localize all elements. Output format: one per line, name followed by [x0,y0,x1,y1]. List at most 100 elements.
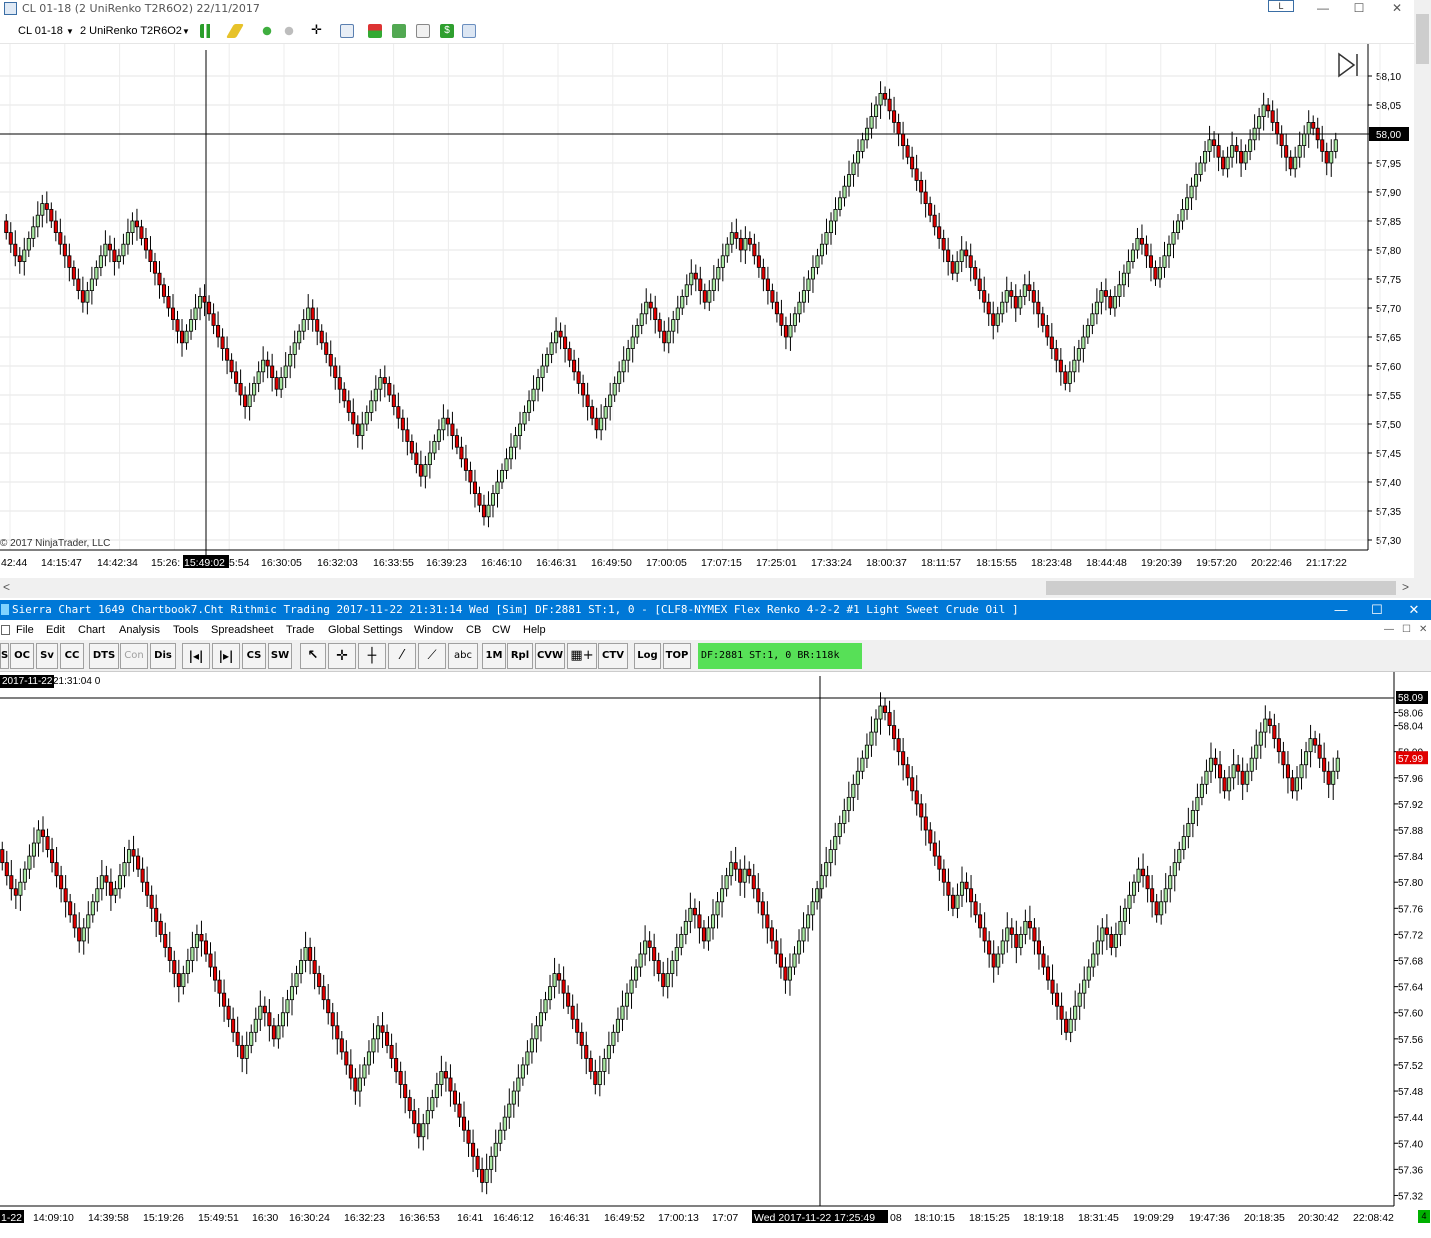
templates-icon[interactable] [416,24,430,38]
data-box-icon[interactable] [392,24,406,38]
sc-last-price-label: 57.99 [1398,754,1423,765]
candle-up [1304,751,1309,766]
mdi-close-icon[interactable]: ✕ [1419,624,1427,635]
candle-up [1243,151,1248,164]
nt-scroll-thumb[interactable] [1046,581,1396,595]
toolbar-button-sv[interactable]: Sv [36,643,58,669]
text-tool-button[interactable]: abc [448,643,478,669]
candle-up [122,862,127,877]
candle-down [217,979,222,994]
scroll-right-icon[interactable]: > [1402,580,1409,594]
sc-price-chart[interactable]: 58.0658.0458.0057.9657.9257.8857.8457.80… [0,672,1431,1238]
mdi-restore-icon[interactable]: ☐ [1402,624,1411,635]
scroll-left-icon[interactable]: < [3,580,10,594]
candle-down [319,330,324,344]
toolbar-button-dis[interactable]: Dis [150,643,176,669]
add-indicator-icon[interactable] [260,24,274,38]
pencil-icon[interactable] [225,24,245,38]
candle-up [860,139,865,152]
strategy-icon[interactable] [282,24,296,38]
candle-down [747,237,752,245]
menu-help[interactable]: Help [523,624,546,636]
grid-tool-icon[interactable]: ▦+ [567,643,597,669]
nt-minimize-button[interactable]: — [1308,0,1338,16]
candle-down [335,1025,340,1040]
sc-time-axis-label: 18:15:25 [969,1212,1010,1224]
sc-minimize-button[interactable]: — [1327,601,1355,619]
candle-down [1040,313,1045,326]
time-axis-label: 5:54 [229,557,250,569]
scroll-lock-right-icon[interactable]: |▸| [212,643,240,669]
menu-window[interactable]: Window [414,624,453,636]
crosshair-icon[interactable]: ✛ [311,22,322,38]
menu-spreadsheet[interactable]: Spreadsheet [211,624,273,636]
toolbar-button-top[interactable]: TOP [663,643,691,669]
candle-up [634,966,639,981]
toolbar-button-con[interactable]: Con [120,643,148,669]
chart-window-icon [4,2,17,15]
mdi-minimize-icon[interactable]: — [1384,624,1394,635]
chart-style-icon[interactable] [200,24,214,38]
menu-edit[interactable]: Edit [46,624,65,636]
menu-trade[interactable]: Trade [286,624,314,636]
properties-icon[interactable] [462,24,476,38]
bars-type-selector[interactable]: 2 UniRenko T2R6O2 [80,25,182,37]
toolbar-button-sw[interactable]: SW [268,643,292,669]
nt-horizontal-scrollbar[interactable]: < > [0,578,1414,598]
vertical-scrollbar[interactable] [1414,0,1431,598]
candle-up [1227,777,1232,792]
candle-down [783,966,788,981]
candle-up [1018,934,1023,948]
sc-title-bar[interactable]: Sierra Chart 1649 Chartbook7.Cht Rithmic… [0,600,1431,620]
dollar-icon[interactable]: $ [440,24,454,38]
candle-down [647,940,652,948]
candle-down [389,1044,394,1059]
crosshair-icon[interactable]: ✛ [328,643,356,669]
chart-trader-icon[interactable] [368,24,382,38]
zoom-icon[interactable] [340,24,354,38]
candle-down [1313,738,1318,746]
menu-cb[interactable]: CB [466,624,481,636]
ray-tool-icon[interactable]: ⟋ [418,643,446,669]
candle-up [819,875,824,890]
menu-global-settings[interactable]: Global Settings [328,624,403,636]
pointer-icon[interactable]: ↖ [300,643,326,669]
sc-maximize-button[interactable]: ☐ [1363,601,1391,619]
toolbar-button-log[interactable]: Log [634,643,661,669]
nt-price-chart[interactable]: 58,1058,0558,0057,9557,9057,8557,8057,75… [0,44,1414,578]
scroll-lock-left-icon[interactable]: |◂| [182,643,210,669]
candle-down [1104,927,1109,935]
toolbar-button-1m[interactable]: 1M [482,643,506,669]
nt-title-bar[interactable]: CL 01-18 (2 UniRenko T2R6O2) 22/11/2017 … [0,0,1414,18]
toolbar-button-s[interactable]: S [0,643,9,669]
menu-cw[interactable]: CW [492,624,510,636]
menu-tools[interactable]: Tools [173,624,199,636]
nt-link-button[interactable]: L [1268,0,1294,12]
candle-down [1054,348,1059,361]
candle-down [986,301,991,315]
toolbar-button-rpl[interactable]: Rpl [507,643,533,669]
sc-close-button[interactable]: ✕ [1400,601,1428,619]
menu-analysis[interactable]: Analysis [119,624,160,636]
nt-close-button[interactable]: ✕ [1382,0,1412,16]
chevron-down-icon[interactable]: ▼ [66,27,74,36]
candle-up [1171,232,1176,245]
toolbar-button-cc[interactable]: CC [60,643,84,669]
menu-file[interactable]: File [16,624,34,636]
chevron-down-icon[interactable]: ▼ [182,27,190,36]
toolbar-button-cs[interactable]: CS [242,643,266,669]
line-tool-icon[interactable]: ⁄ [388,643,416,669]
measure-icon[interactable]: ┼ [358,643,386,669]
menu-chart[interactable]: Chart [78,624,105,636]
toolbar-button-ctv[interactable]: CTV [598,643,628,669]
toolbar-button-oc[interactable]: OC [10,643,34,669]
instrument-selector[interactable]: CL 01-18 [18,25,63,37]
candle-up [1099,290,1104,303]
nt-maximize-button[interactable]: ☐ [1344,0,1374,16]
candle-up [90,901,95,916]
chart-doc-icon[interactable] [1,625,10,635]
vertical-scroll-thumb[interactable] [1416,14,1429,64]
candle-down [208,953,213,968]
toolbar-button-dts[interactable]: DTS [89,643,119,669]
toolbar-button-cvw[interactable]: CVW [535,643,565,669]
